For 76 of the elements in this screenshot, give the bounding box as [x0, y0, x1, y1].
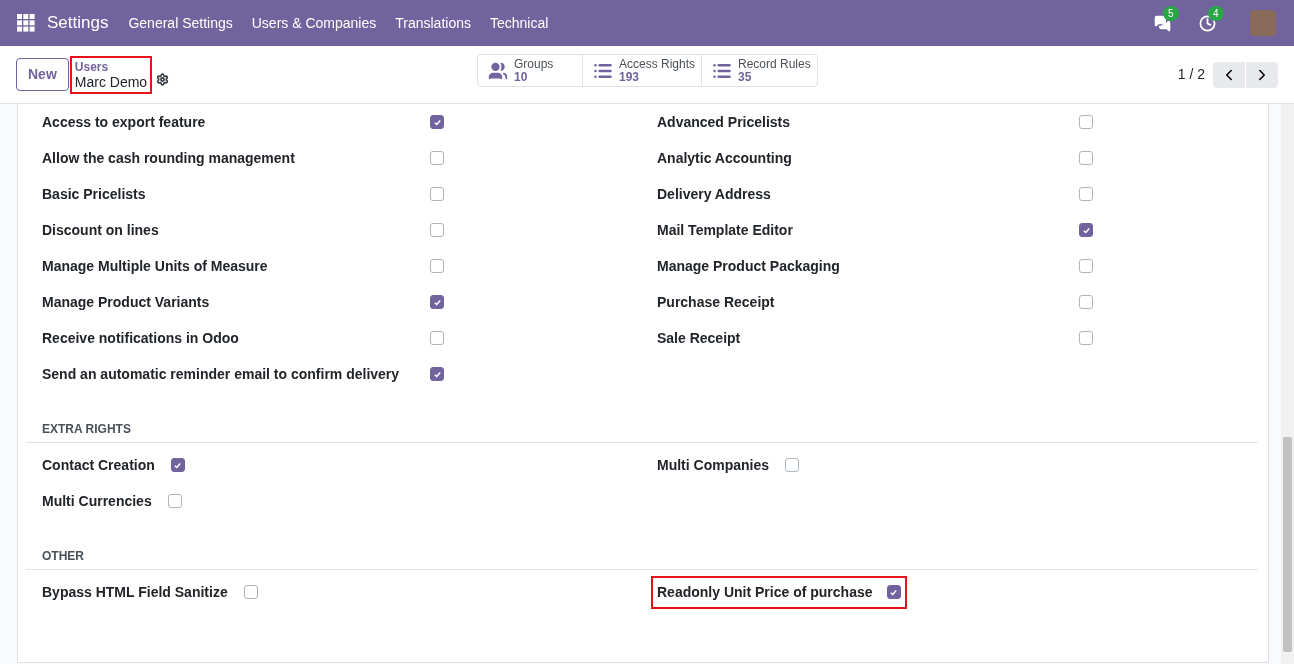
stat-value: 10 [514, 70, 528, 84]
field-label: Sale Receipt [657, 328, 742, 348]
field-label: Multi Currencies [42, 491, 152, 511]
checkbox[interactable] [167, 494, 182, 508]
field-label: Delivery Address [657, 184, 772, 204]
apps-grid-icon[interactable] [17, 14, 35, 32]
checkbox[interactable] [1079, 259, 1093, 273]
app-title[interactable]: Settings [47, 10, 109, 36]
checkbox[interactable] [430, 259, 444, 273]
checkmark-icon [889, 587, 898, 597]
new-button[interactable]: New [16, 58, 69, 91]
stat-label: Groups [514, 57, 554, 71]
field-label: Manage Multiple Units of Measure [42, 256, 269, 276]
checkmark-icon [1081, 225, 1091, 235]
field-label: Basic Pricelists [42, 184, 147, 204]
checkbox[interactable] [1079, 223, 1093, 237]
menu-item[interactable]: Technical [490, 12, 549, 34]
field-label: Bypass HTML Field Sanitize [42, 582, 228, 602]
checkmark-icon [432, 297, 442, 307]
pager-value: 1 / 2 [1177, 65, 1205, 84]
stat-label: Record Rules [738, 57, 811, 71]
checkbox[interactable] [1079, 331, 1093, 345]
field-label: Contact Creation [42, 455, 155, 475]
scrollbar-thumb[interactable] [1283, 437, 1292, 652]
stat-button[interactable]: Access Rights 193 [582, 55, 701, 86]
gear-icon[interactable] [156, 73, 170, 86]
field-label: Discount on lines [42, 220, 160, 240]
checkbox[interactable] [1079, 151, 1093, 165]
checkbox[interactable] [1079, 187, 1093, 201]
section-title: OTHER [42, 549, 84, 563]
previous-button[interactable] [1213, 61, 1245, 88]
checkbox[interactable] [430, 367, 444, 381]
field-label: Readonly Unit Price of purchase [657, 582, 873, 602]
checkbox[interactable] [243, 585, 258, 599]
checkbox[interactable] [886, 585, 901, 599]
checkbox[interactable] [430, 151, 444, 165]
field-label: Mail Template Editor [657, 220, 794, 240]
breadcrumb-link[interactable]: Users [74, 59, 148, 75]
checkbox[interactable] [430, 223, 444, 237]
stat-label: Access Rights [619, 57, 696, 71]
checkbox[interactable] [1079, 295, 1093, 309]
field-label: Access to export feature [42, 112, 207, 132]
menu-item[interactable]: Users & Companies [251, 12, 377, 34]
scrollbar[interactable] [1281, 104, 1294, 664]
next-button[interactable] [1246, 61, 1278, 88]
field-label: Send an automatic reminder email to confirm delivery [42, 364, 401, 384]
field-label: Advanced Pricelists [657, 112, 792, 132]
checkbox[interactable] [170, 458, 185, 472]
stat-value: 193 [619, 70, 641, 84]
checkbox[interactable] [785, 458, 799, 472]
checkbox[interactable] [430, 115, 444, 129]
stat-value: 35 [738, 70, 753, 84]
notification-badge: 4 [1208, 5, 1224, 21]
menu-item[interactable]: General Settings [128, 12, 233, 34]
checkmark-icon [432, 117, 442, 127]
stat-button[interactable]: Record Rules 35 [701, 55, 817, 86]
stat-button[interactable]: Groups 10 [478, 55, 582, 86]
section-title: EXTRA RIGHTS [42, 422, 131, 436]
checkmark-icon [173, 460, 183, 470]
checkbox[interactable] [430, 187, 444, 201]
user-avatar[interactable] [1250, 10, 1276, 36]
field-label: Receive notifications in Odoo [42, 328, 240, 348]
checkbox[interactable] [430, 295, 444, 309]
field-label: Manage Product Variants [42, 292, 211, 312]
notification-badge: 5 [1163, 5, 1179, 21]
field-label: Purchase Receipt [657, 292, 776, 312]
checkbox[interactable] [430, 331, 444, 345]
record-name: Marc Demo [74, 74, 148, 90]
field-label: Allow the cash rounding management [42, 148, 296, 168]
field-label: Analytic Accounting [657, 148, 793, 168]
checkbox[interactable] [1079, 115, 1093, 129]
users-icon [488, 60, 508, 81]
field-label: Manage Product Packaging [657, 256, 841, 276]
checkmark-icon [432, 369, 442, 379]
field-label: Multi Companies [657, 455, 769, 475]
menu-item[interactable]: Translations [395, 12, 471, 34]
